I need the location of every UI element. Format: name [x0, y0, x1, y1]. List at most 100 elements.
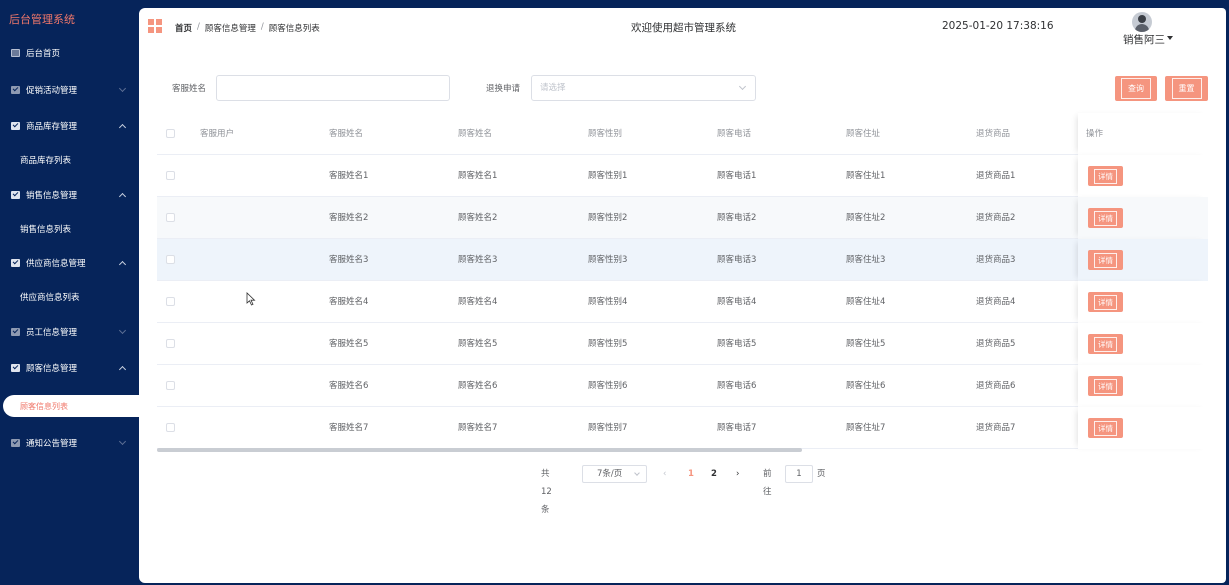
column-header[interactable]: 顾客性别: [588, 113, 622, 155]
top-bar: 首页 / 顾客信息管理 / 顾客信息列表 欢迎使用超市管理系统 2025-01-…: [139, 8, 1226, 48]
grid-menu-icon[interactable]: [148, 19, 162, 33]
checkbox-icon: [11, 259, 20, 267]
chevron-up-icon: [118, 192, 127, 201]
checkbox-icon: [11, 364, 20, 372]
cell-kefu-name: 客服姓名5: [329, 339, 369, 349]
sidebar-item-employee[interactable]: 员工信息管理: [0, 315, 139, 349]
main-panel: 首页 / 顾客信息管理 / 顾客信息列表 欢迎使用超市管理系统 2025-01-…: [139, 8, 1226, 583]
cell-returned-goods: 退货商品7: [976, 423, 1016, 433]
column-header[interactable]: 客服姓名: [329, 113, 363, 155]
sidebar-item-home[interactable]: 后台首页: [0, 36, 139, 70]
sidebar-item-label: 销售信息管理: [26, 191, 78, 201]
name-input[interactable]: [216, 75, 450, 101]
welcome-text: 欢迎使用超市管理系统: [631, 22, 736, 34]
detail-button[interactable]: 详情: [1088, 208, 1123, 228]
cell-customer-name: 顾客姓名3: [458, 255, 498, 265]
username-label: 销售阿三: [1123, 34, 1165, 46]
actions-cell: 详情: [1078, 239, 1208, 281]
detail-button[interactable]: 详情: [1088, 166, 1123, 186]
select-all-checkbox[interactable]: [166, 129, 175, 138]
sidebar-subitem-sales-list[interactable]: 销售信息列表: [0, 212, 139, 246]
page-size-select[interactable]: 7条/页: [582, 465, 647, 483]
row-checkbox[interactable]: [166, 339, 175, 348]
row-checkbox[interactable]: [166, 171, 175, 180]
cell-gender: 顾客性别1: [588, 171, 628, 181]
refund-select[interactable]: 请选择: [531, 75, 756, 101]
table-row: 客服姓名7 顾客姓名7 顾客性别7 顾客电话7 顾客住址7 退货商品7 详情: [157, 407, 1208, 449]
chevron-down-icon: [118, 326, 127, 335]
column-header[interactable]: 顾客电话: [717, 113, 751, 155]
row-checkbox[interactable]: [166, 297, 175, 306]
query-button[interactable]: 查询: [1115, 76, 1157, 101]
page-number[interactable]: 1: [683, 465, 699, 483]
detail-button[interactable]: 详情: [1088, 250, 1123, 270]
cell-kefu-name: 客服姓名3: [329, 255, 369, 265]
row-checkbox[interactable]: [166, 213, 175, 222]
sidebar-item-inventory[interactable]: 商品库存管理: [0, 109, 139, 143]
goto-label: 前往: [763, 469, 772, 497]
sidebar-item-notice[interactable]: 通知公告管理: [0, 426, 139, 460]
actions-cell: 详情: [1078, 323, 1208, 365]
detail-button-label: 详情: [1094, 336, 1117, 352]
sidebar-item-supplier[interactable]: 供应商信息管理: [0, 246, 139, 280]
total-count: 共 12 条: [541, 469, 552, 515]
breadcrumb: 首页 / 顾客信息管理 / 顾客信息列表: [175, 22, 320, 34]
cell-returned-goods: 退货商品4: [976, 297, 1016, 307]
goto-page-input[interactable]: 1: [785, 465, 813, 483]
actions-column: 操作: [1078, 113, 1208, 155]
cell-gender: 顾客性别2: [588, 213, 628, 223]
column-header[interactable]: 顾客住址: [846, 113, 880, 155]
row-checkbox[interactable]: [166, 255, 175, 264]
horizontal-scrollbar[interactable]: [157, 448, 1208, 452]
cell-customer-name: 顾客姓名7: [458, 423, 498, 433]
detail-button-label: 详情: [1094, 420, 1117, 436]
sidebar-subitem-inventory-list[interactable]: 商品库存列表: [0, 143, 139, 177]
sidebar-item-customer[interactable]: 顾客信息管理: [0, 351, 139, 385]
prev-page-icon[interactable]: ‹: [663, 465, 666, 483]
cell-kefu-name: 客服姓名7: [329, 423, 369, 433]
detail-button[interactable]: 详情: [1088, 376, 1123, 396]
breadcrumb-customer-list: 顾客信息列表: [268, 24, 320, 34]
cell-customer-name: 顾客姓名5: [458, 339, 498, 349]
column-header[interactable]: 退货商品: [976, 113, 1010, 155]
row-checkbox[interactable]: [166, 381, 175, 390]
user-menu[interactable]: 销售阿三: [1123, 32, 1173, 47]
table-row: 客服姓名3 顾客姓名3 顾客性别3 顾客电话3 顾客住址3 退货商品3 详情: [157, 239, 1208, 281]
row-checkbox[interactable]: [166, 423, 175, 432]
scrollbar-thumb[interactable]: [157, 448, 802, 452]
cell-address: 顾客住址2: [846, 213, 886, 223]
table-row: 客服姓名6 顾客姓名6 顾客性别6 顾客电话6 顾客住址6 退货商品6 详情: [157, 365, 1208, 407]
actions-cell: 详情: [1078, 281, 1208, 323]
avatar[interactable]: [1132, 12, 1152, 32]
query-button-label: 查询: [1121, 78, 1151, 99]
sidebar: 后台管理系统 后台首页 促销活动管理 商品库存管理 商品库存列表 销售信息管理 …: [0, 0, 139, 585]
cell-address: 顾客住址6: [846, 381, 886, 391]
column-header[interactable]: 客服用户: [200, 113, 234, 155]
breadcrumb-home[interactable]: 首页: [175, 22, 192, 34]
column-header[interactable]: 顾客姓名: [458, 113, 492, 155]
chevron-down-icon: [738, 82, 747, 91]
checkbox-icon: [11, 328, 20, 336]
sidebar-item-label: 顾客信息列表: [20, 401, 68, 411]
reset-button[interactable]: 重置: [1165, 76, 1208, 101]
sidebar-subitem-customer-list[interactable]: 顾客信息列表: [3, 395, 139, 417]
detail-button[interactable]: 详情: [1088, 418, 1123, 438]
detail-button[interactable]: 详情: [1088, 292, 1123, 312]
next-page-icon[interactable]: ›: [736, 465, 739, 483]
detail-button[interactable]: 详情: [1088, 334, 1123, 354]
sidebar-item-label: 促销活动管理: [26, 86, 78, 96]
sidebar-item-label: 通知公告管理: [26, 439, 78, 449]
page-number[interactable]: 2: [706, 465, 722, 483]
sidebar-item-label: 后台首页: [26, 49, 61, 59]
caret-down-icon: [1167, 36, 1173, 40]
detail-button-label: 详情: [1094, 210, 1117, 226]
cell-gender: 顾客性别3: [588, 255, 628, 265]
breadcrumb-separator: /: [260, 22, 264, 32]
cell-kefu-name: 客服姓名4: [329, 297, 369, 307]
sidebar-item-sales[interactable]: 销售信息管理: [0, 178, 139, 212]
sidebar-item-label: 供应商信息列表: [20, 293, 80, 303]
breadcrumb-customer-management: 顾客信息管理: [204, 24, 256, 34]
sidebar-item-label: 顾客信息管理: [26, 364, 78, 374]
sidebar-item-promotion[interactable]: 促销活动管理: [0, 73, 139, 107]
sidebar-subitem-supplier-list[interactable]: 供应商信息列表: [0, 280, 139, 314]
